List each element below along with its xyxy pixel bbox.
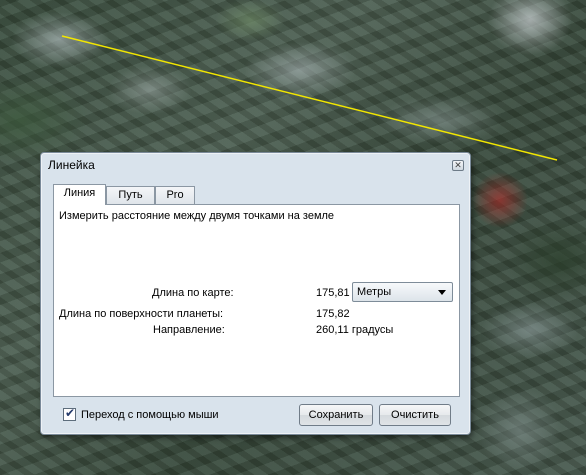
dialog-title: Линейка bbox=[48, 158, 95, 172]
save-button[interactable]: Сохранить bbox=[299, 404, 373, 426]
surface-length-value: 175,82 bbox=[316, 308, 350, 320]
heading-label: Направление: bbox=[153, 324, 225, 336]
surface-length-label: Длина по поверхности планеты: bbox=[59, 308, 224, 320]
mouse-nav-label[interactable]: Переход с помощью мыши bbox=[81, 409, 219, 421]
tab-panel: Измерить расстояние между двумя точками … bbox=[53, 204, 460, 397]
mouse-nav-checkbox[interactable]: ✔ bbox=[63, 406, 76, 421]
clear-button[interactable]: Очистить bbox=[379, 404, 451, 426]
unit-select-value: Метры bbox=[357, 286, 392, 298]
checkmark-icon: ✔ bbox=[65, 406, 76, 420]
measure-description: Измерить расстояние между двумя точками … bbox=[59, 210, 335, 222]
map-length-label: Длина по карте: bbox=[152, 287, 234, 299]
ruler-dialog: Линейка ✕ Линия Путь Pro Измерить рассто… bbox=[40, 152, 471, 435]
tab-path[interactable]: Путь bbox=[106, 186, 155, 204]
tab-pro[interactable]: Pro bbox=[155, 186, 195, 204]
close-icon[interactable]: ✕ bbox=[452, 160, 464, 171]
map-length-value: 175,81 bbox=[316, 287, 350, 299]
unit-select[interactable]: Метры bbox=[352, 282, 453, 302]
tab-line[interactable]: Линия bbox=[53, 184, 106, 205]
chevron-down-icon bbox=[438, 290, 446, 295]
heading-value: 260,11 градусы bbox=[316, 324, 394, 336]
